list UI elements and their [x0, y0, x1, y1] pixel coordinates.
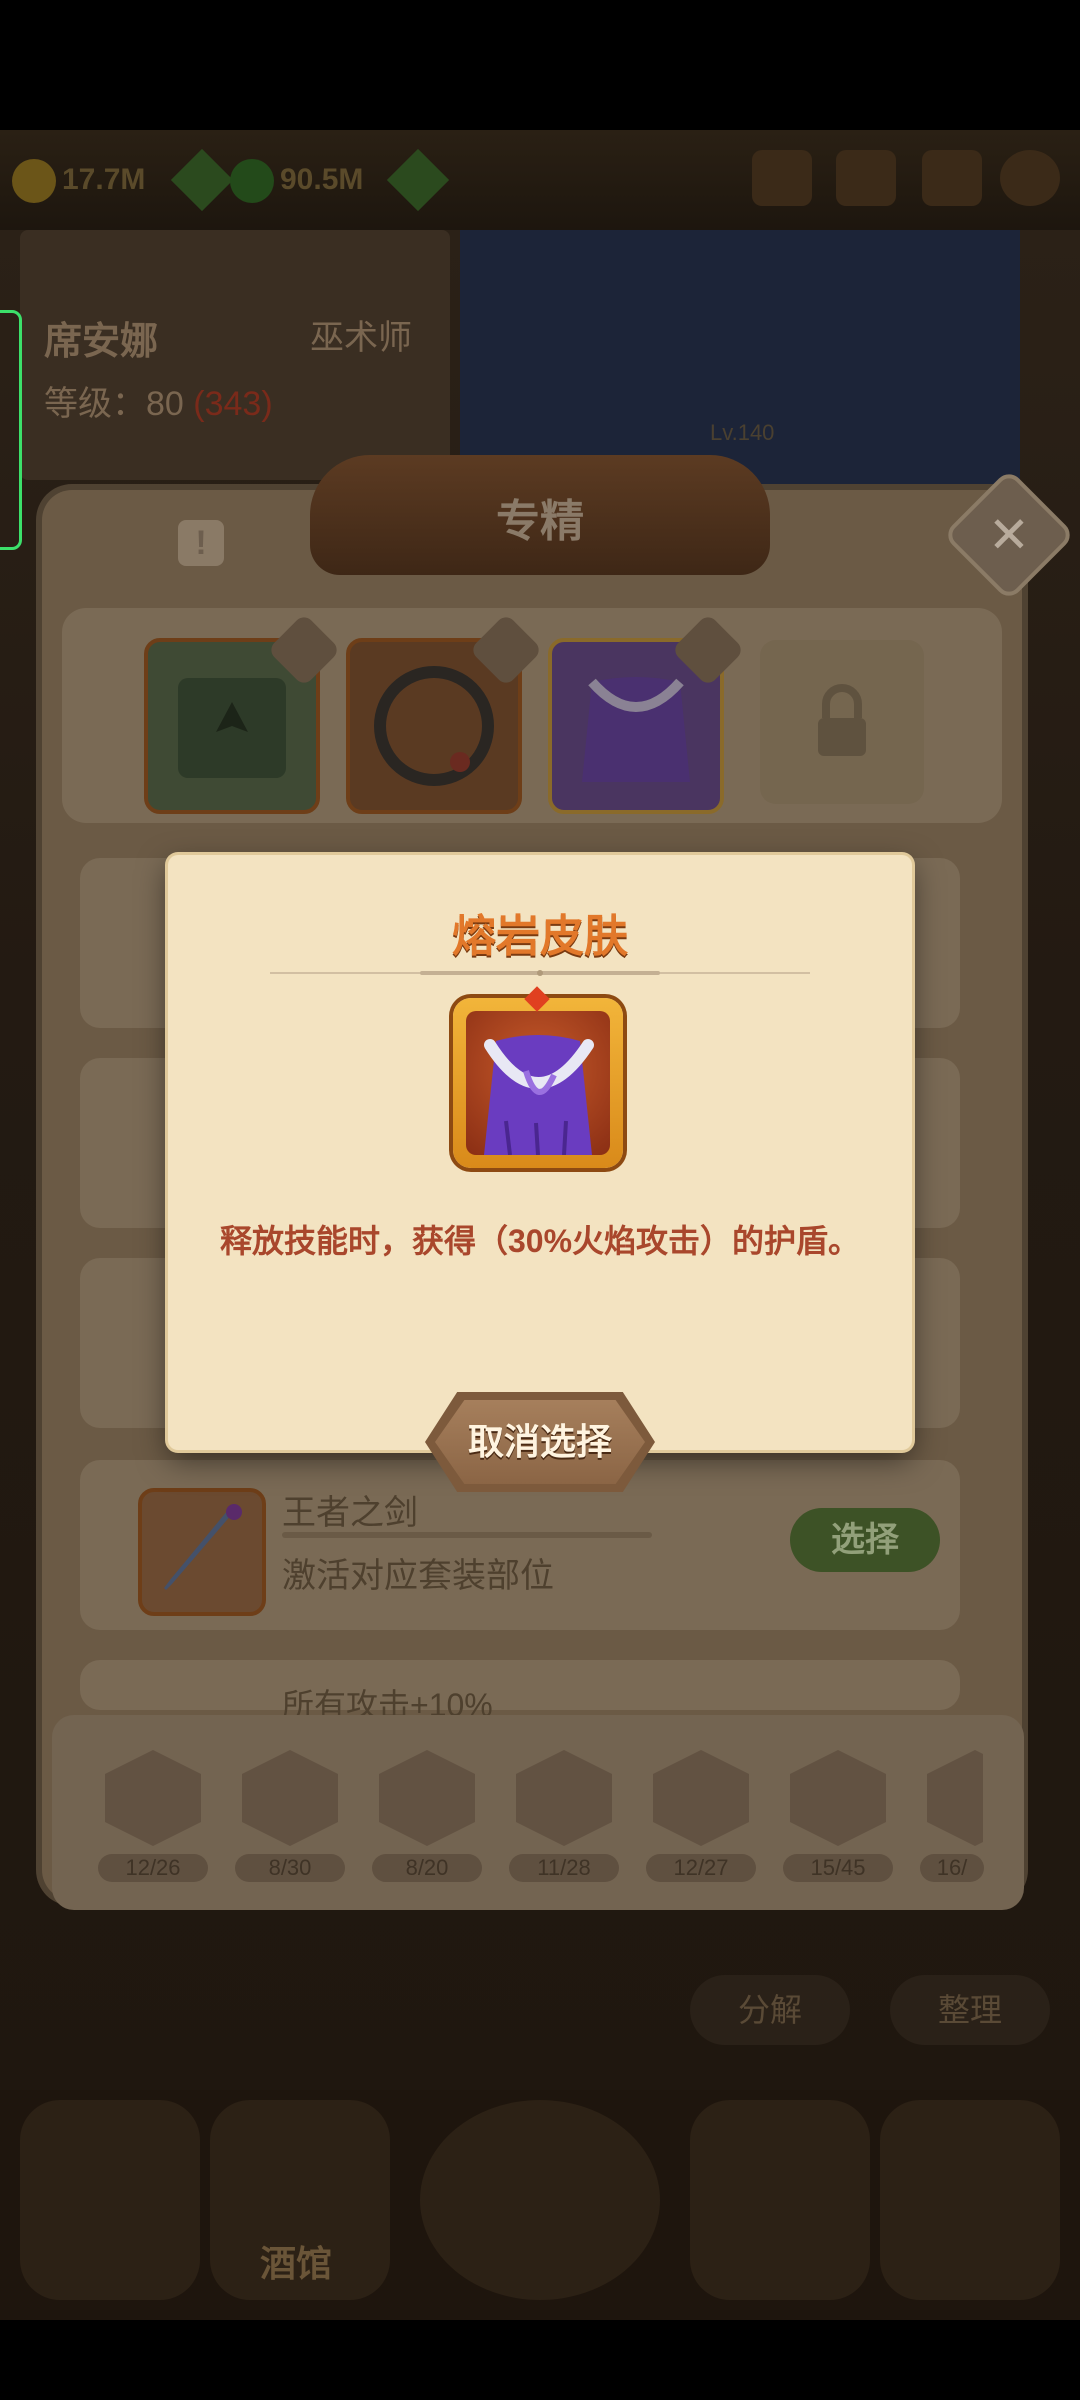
- leaf-icon: [230, 159, 274, 204]
- category-count: 12/26: [98, 1854, 208, 1882]
- category-drumstick[interactable]: [242, 1750, 338, 1856]
- close-icon[interactable]: ✕: [962, 488, 1056, 582]
- settings-gear-icon[interactable]: [1000, 150, 1060, 206]
- add-gold-button[interactable]: [170, 148, 234, 212]
- row-item-description: 激活对应套装部位: [282, 1557, 554, 1595]
- resource-bar: [0, 130, 1080, 230]
- info-icon[interactable]: !: [178, 520, 224, 566]
- category-count: 15/45: [783, 1854, 893, 1882]
- leaf-resource: 90.5M: [230, 150, 363, 210]
- category-count: 8/20: [372, 1854, 482, 1882]
- lock-icon: [818, 684, 866, 756]
- nav-tavern-label: 酒馆: [260, 2243, 333, 2284]
- event-icon[interactable]: [752, 150, 812, 206]
- title-divider: [270, 970, 810, 976]
- dagger-icon: [379, 1750, 475, 1846]
- organize-button[interactable]: 整理: [890, 1975, 1050, 2045]
- portrait-level: Lv.140: [710, 420, 775, 445]
- nav-home-button[interactable]: [20, 2100, 200, 2300]
- nav-shop-button[interactable]: [880, 2100, 1060, 2300]
- nav-guild-button[interactable]: [690, 2100, 870, 2300]
- row-item-divider: [282, 1532, 652, 1538]
- drumstick-icon: [242, 1750, 338, 1846]
- lava-skin-cloak-icon: [466, 1011, 610, 1155]
- book-icon: [653, 1750, 749, 1846]
- gold-resource: 17.7M: [12, 150, 145, 210]
- row-item-name: 王者之剑: [282, 1494, 418, 1532]
- hero-name: 席安娜: [44, 321, 159, 363]
- category-armor[interactable]: [790, 1750, 886, 1856]
- nav-adventure-button[interactable]: [420, 2100, 660, 2300]
- category-magnifier[interactable]: [927, 1750, 983, 1856]
- side-highlight: [0, 310, 22, 550]
- skill-description: 释放技能时，获得（30%火焰攻击）的护盾。: [219, 1223, 861, 1259]
- category-boot[interactable]: [105, 1750, 201, 1856]
- select-button[interactable]: 选择: [790, 1508, 940, 1572]
- category-count: 12/27: [646, 1854, 756, 1882]
- category-count: 16/: [920, 1854, 984, 1882]
- armor-icon: [790, 1750, 886, 1846]
- hero-level: 等级：80 (343): [44, 376, 273, 425]
- decompose-button[interactable]: 分解: [690, 1975, 850, 2045]
- category-dagger[interactable]: [379, 1750, 475, 1856]
- cancel-selection-button[interactable]: 取消选择: [425, 1392, 655, 1492]
- category-shield[interactable]: [516, 1750, 612, 1856]
- skill-title: 熔岩皮肤: [452, 912, 628, 961]
- level-value: 80: [146, 385, 184, 423]
- sword-item-icon: [138, 1488, 266, 1616]
- category-book[interactable]: [653, 1750, 749, 1856]
- category-count: 11/28: [509, 1854, 619, 1882]
- list-row: [80, 1660, 960, 1710]
- magnifier-icon: [927, 1750, 983, 1846]
- boot-icon: [105, 1750, 201, 1846]
- level-extra: (343): [193, 385, 273, 423]
- level-label: 等级：: [44, 385, 146, 423]
- panel-title: 专精: [496, 497, 584, 546]
- category-count: 8/30: [235, 1854, 345, 1882]
- hero-class: 巫术师: [310, 319, 412, 357]
- shield-icon: [516, 1750, 612, 1846]
- gold-amount: 17.7M: [62, 163, 146, 196]
- slot-locked: [760, 640, 924, 804]
- gold-coin-icon: [12, 159, 56, 204]
- leaf-amount: 90.5M: [280, 163, 364, 196]
- mail-icon[interactable]: [922, 150, 982, 206]
- chat-icon[interactable]: [836, 150, 896, 206]
- add-leaf-button[interactable]: [386, 148, 450, 212]
